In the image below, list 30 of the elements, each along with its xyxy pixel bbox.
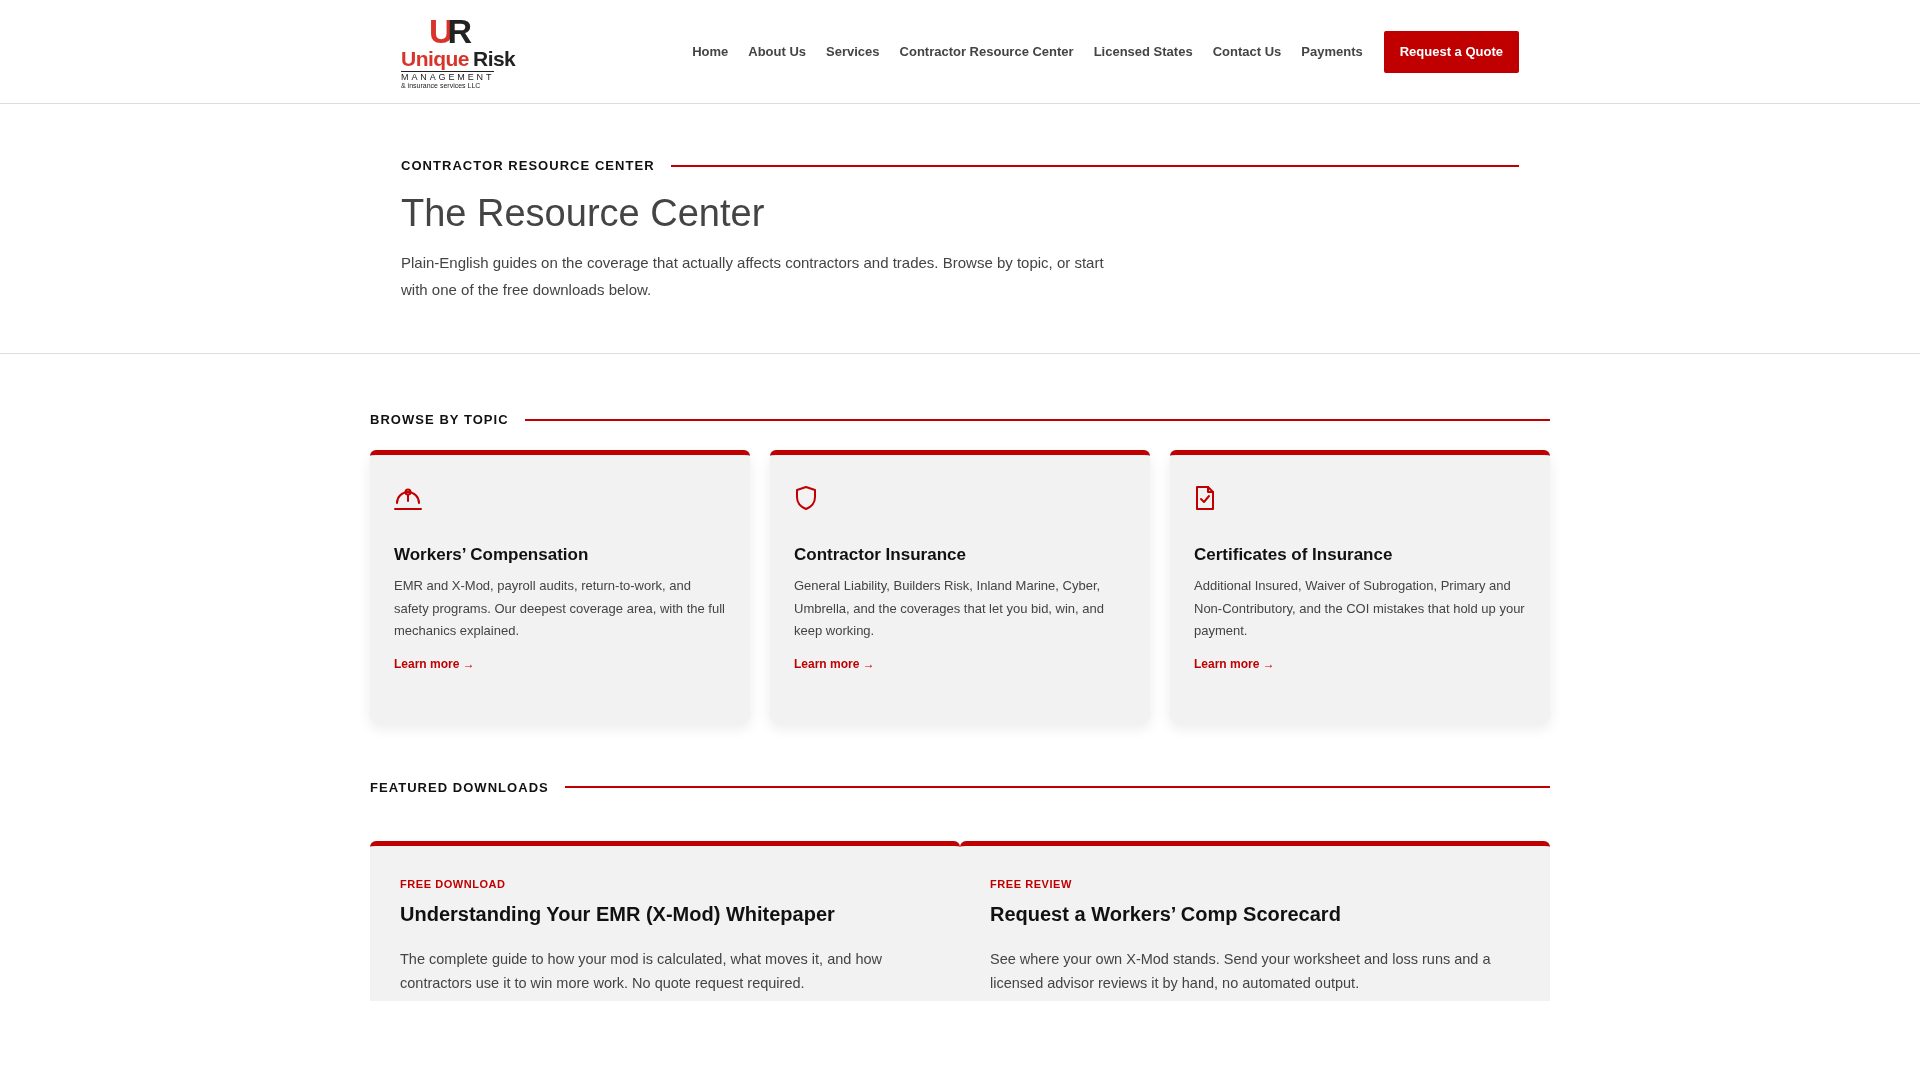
page-title: The Resource Center xyxy=(401,190,766,236)
nav-link[interactable]: Licensed States xyxy=(1093,41,1193,62)
card-title: Understanding Your EMR (X-Mod) Whitepaper xyxy=(400,901,836,927)
learn-more-link[interactable]: Learn more → xyxy=(1194,654,1275,673)
document-check-icon xyxy=(1194,484,1216,511)
nav-link[interactable]: Payments xyxy=(1301,41,1363,62)
section-heading: FEATURED DOWNLOADS xyxy=(370,778,549,797)
card-title: Contractor Insurance xyxy=(794,543,967,566)
card-description: EMR and X-Mod, payroll audits, return-to-work, and safety programs. Our deepest coverage area, with the full mechanics explained. xyxy=(394,577,726,640)
intro-paragraph: Plain-English guides on the coverage that actually affects contractors and trades. Browse by topic, or start with one of the free downloads below. xyxy=(401,253,1105,300)
section-heading: BROWSE BY TOPIC xyxy=(370,411,509,429)
card-tag: FREE REVIEW xyxy=(990,876,1520,893)
shield-icon xyxy=(794,484,818,511)
nav-link[interactable]: Contact Us xyxy=(1212,41,1282,62)
card-description: The complete guide to how your mod is calculated, what moves it, and how contractors use it to win more work. No quote request required. xyxy=(400,949,883,993)
nav-link[interactable]: About Us xyxy=(748,41,807,62)
card-description: Additional Insured, Waiver of Subrogation, Primary and Non-Contributory, and the COI mistakes that hold up your payment. xyxy=(1194,577,1526,640)
card-description: General Liability, Builders Risk, Inland Marine, Cyber, Umbrella, and the coverages that let you bid, win, and keep working. xyxy=(794,577,1105,640)
nav-link[interactable]: Home xyxy=(692,41,729,62)
section-heading: CONTRACTOR RESOURCE CENTER xyxy=(401,157,655,175)
card-description: See where your own X-Mod stands. Send your worksheet and loss runs and a licensed advisor reviews it by hand, no automated output. xyxy=(990,949,1492,993)
request-quote-button[interactable]: Request a Quote xyxy=(1383,30,1519,73)
card-title: Certificates of Insurance xyxy=(1194,543,1394,566)
learn-more-link[interactable]: Learn more → xyxy=(394,654,475,673)
nav-link[interactable]: Contractor Resource Center xyxy=(899,41,1074,62)
learn-more-link[interactable]: Learn more → xyxy=(794,654,875,673)
card-title: Workers’ Compensation xyxy=(394,543,590,566)
nav-link[interactable]: Services xyxy=(826,41,880,62)
card-title: Request a Workers’ Comp Scorecard xyxy=(990,901,1342,927)
card-tag: FREE DOWNLOAD xyxy=(400,876,930,893)
